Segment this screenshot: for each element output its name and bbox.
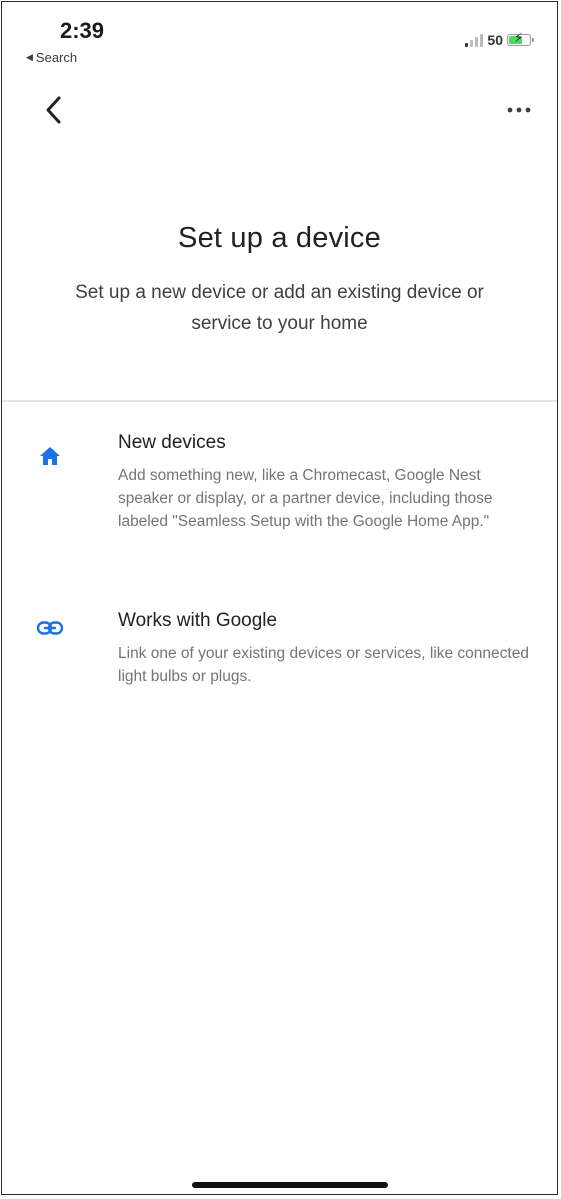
works-with-google-option[interactable]: Works with Google Link one of your exist…	[2, 606, 557, 716]
link-icon	[36, 614, 64, 642]
page-subtitle: Set up a new device or add an existing d…	[75, 282, 484, 334]
section-divider	[2, 400, 557, 402]
phone-screen: 2:39 ◀ Search 50 ⚡ Set up a device Set u…	[1, 1, 558, 1195]
more-options-button[interactable]	[501, 96, 537, 124]
option-title: Works with Google	[118, 610, 278, 631]
signal-icon	[465, 33, 484, 47]
new-devices-text: New devices Add something new, like a Ch…	[118, 432, 537, 533]
option-description: Link one of your existing devices or ser…	[118, 645, 529, 685]
new-devices-option[interactable]: New devices Add something new, like a Ch…	[2, 428, 557, 588]
status-time: 2:39	[60, 18, 105, 43]
back-button[interactable]	[36, 90, 72, 130]
page-header: Set up a device Set up a new device or a…	[2, 222, 557, 339]
page-title: Set up a device	[178, 222, 381, 254]
option-description: Add something new, like a Chromecast, Go…	[118, 467, 493, 530]
network-label: 50	[487, 32, 503, 48]
status-bar: 2:39 ◀ Search 50 ⚡	[2, 2, 557, 72]
battery-charging-icon: ⚡	[507, 31, 534, 46]
back-triangle-icon: ◀	[26, 52, 33, 62]
more-horizontal-icon	[507, 107, 531, 113]
return-app-label: Search	[35, 50, 78, 65]
option-title: New devices	[118, 432, 226, 453]
works-with-google-text: Works with Google Link one of your exist…	[118, 610, 537, 688]
status-indicators: 50 ⚡	[465, 31, 534, 48]
home-icon	[36, 442, 64, 470]
chevron-left-icon	[46, 96, 61, 124]
home-indicator[interactable]	[192, 1182, 388, 1188]
return-to-app-link[interactable]: ◀ Search	[26, 50, 77, 65]
